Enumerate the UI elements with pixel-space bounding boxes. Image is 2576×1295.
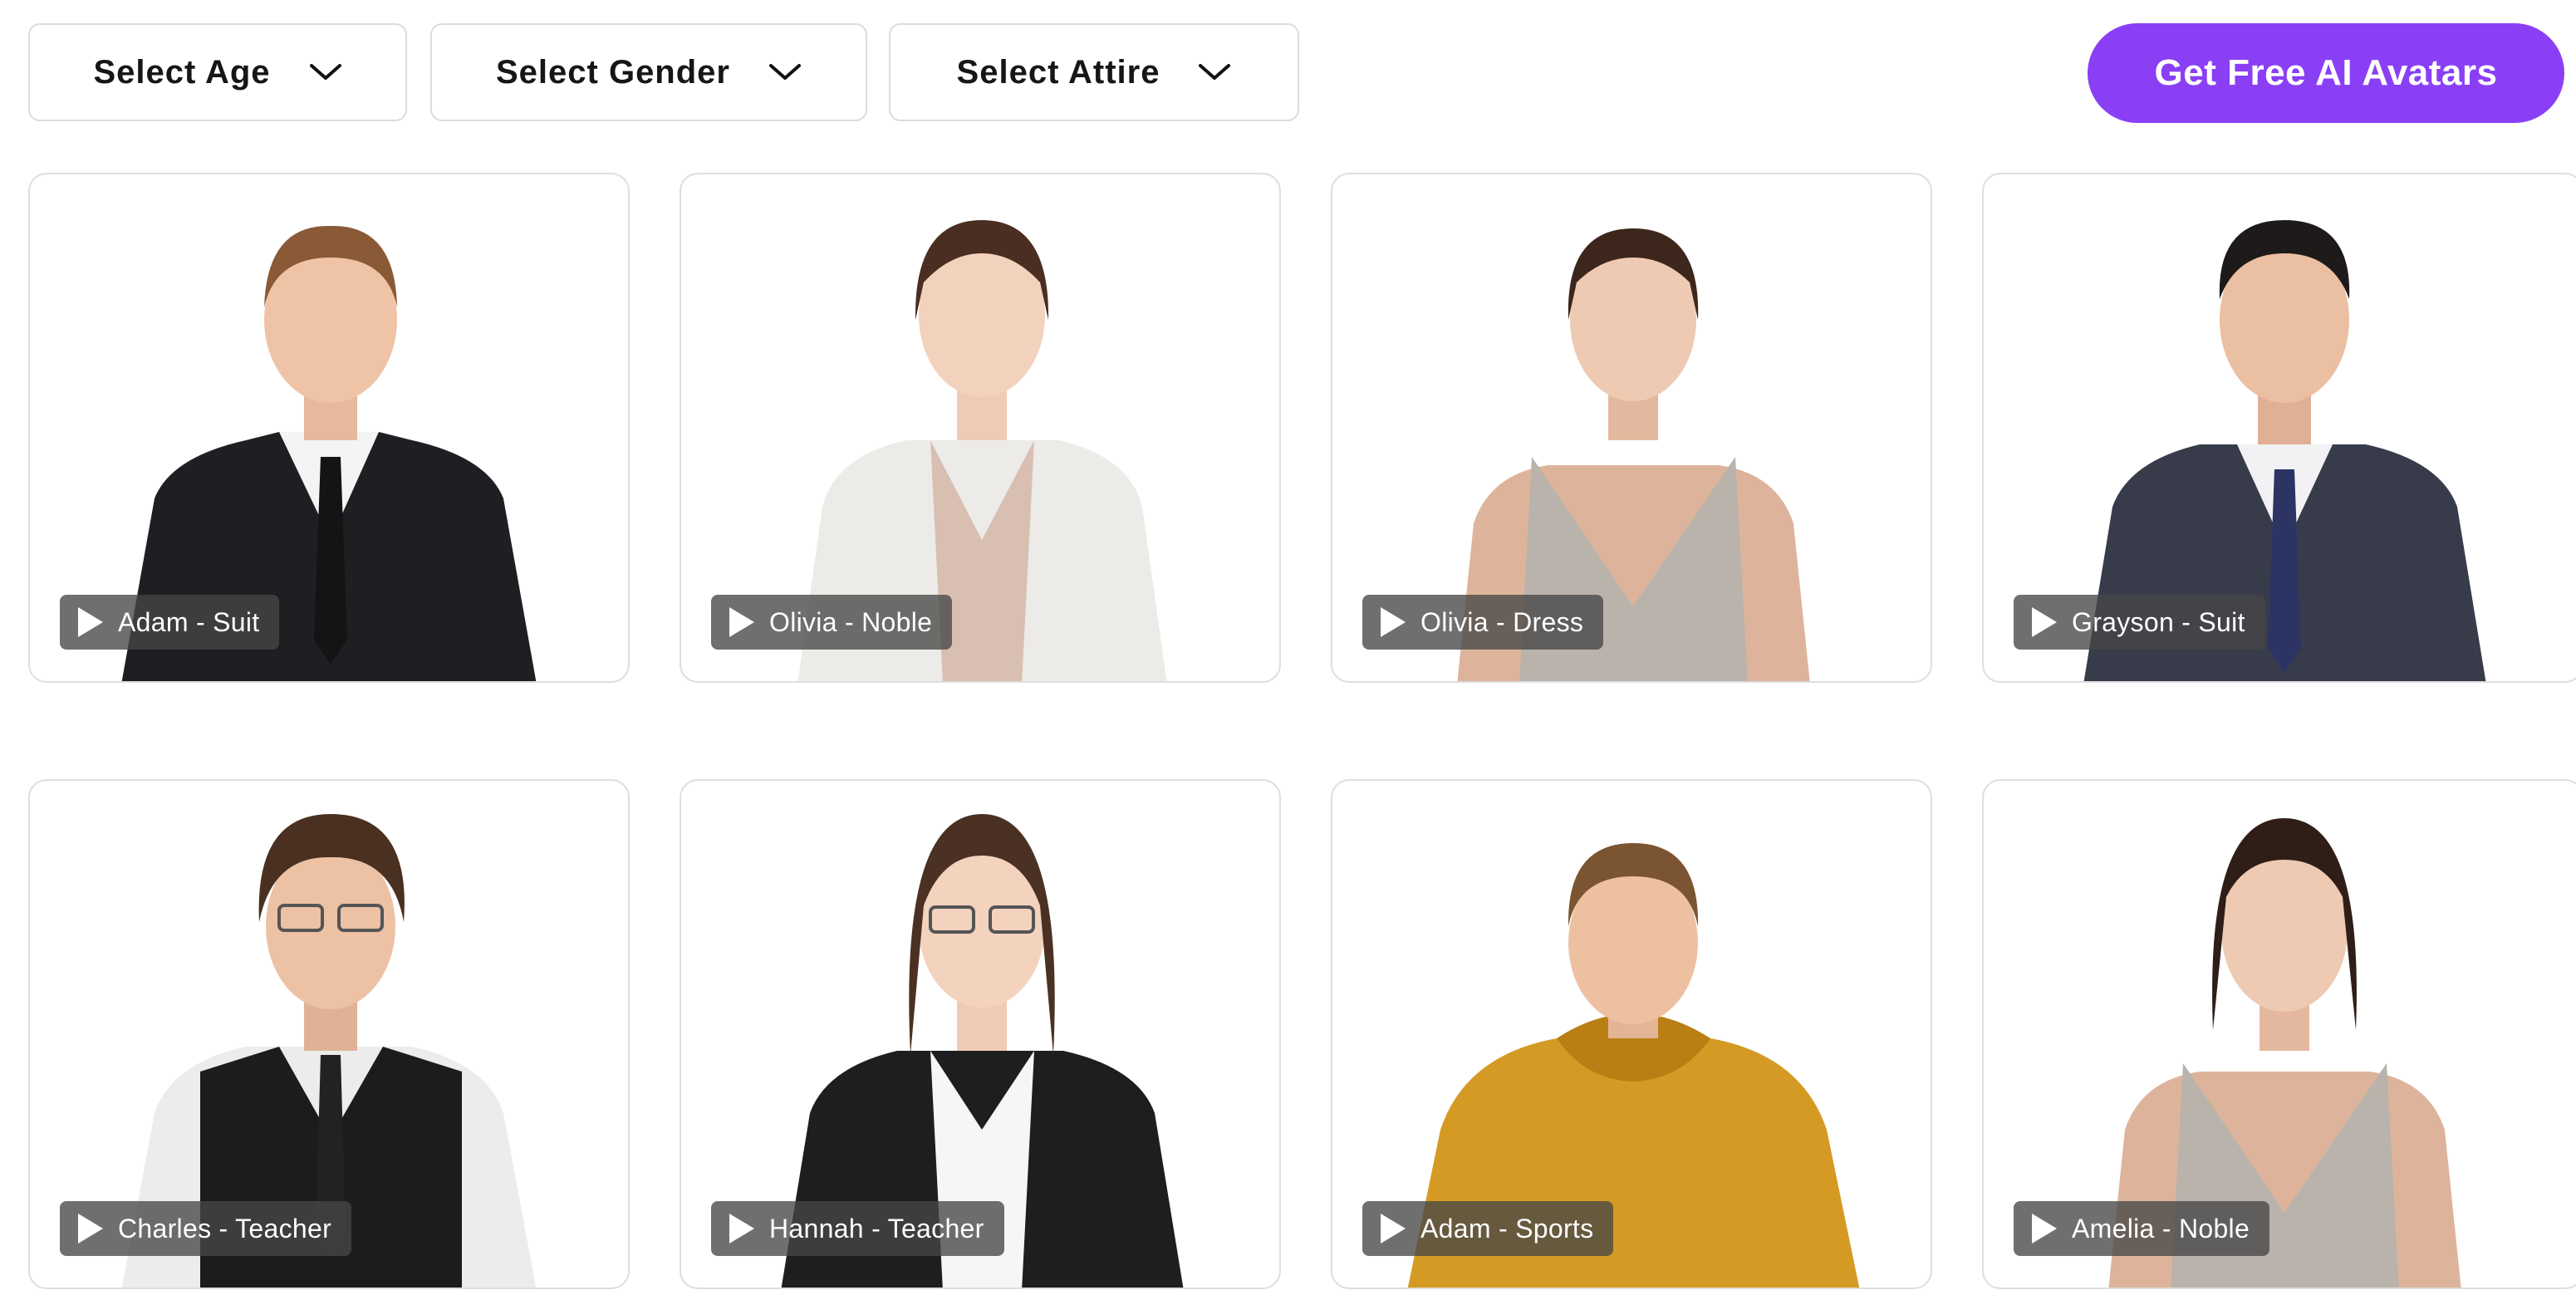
age-dropdown[interactable]: Select Age [28,23,407,121]
avatar-card[interactable]: Charles - Teacher [28,779,630,1289]
avatar-card[interactable]: Olivia - Noble [680,173,1281,683]
avatar-play-tag[interactable]: Adam - Sports [1362,1201,1614,1256]
play-icon [1381,607,1406,637]
play-icon [2032,607,2057,637]
avatar-play-tag[interactable]: Grayson - Suit [2014,595,2265,650]
avatar-name: Grayson - Suit [2072,606,2245,637]
avatar-card[interactable]: Grayson - Suit [1982,173,2576,683]
avatar-name: Olivia - Dress [1420,606,1584,637]
avatar-play-tag[interactable]: Amelia - Noble [2014,1201,2270,1256]
avatar-name: Olivia - Noble [769,606,933,637]
age-dropdown-label: Select Age [93,53,271,91]
gender-dropdown[interactable]: Select Gender [430,23,867,121]
avatar-name: Adam - Sports [1420,1213,1594,1243]
gender-dropdown-label: Select Gender [495,53,730,91]
avatar-card[interactable]: Olivia - Dress [1331,173,1932,683]
play-icon [1381,1214,1406,1243]
avatar-card[interactable]: Adam - Sports [1331,779,1932,1289]
chevron-down-icon [309,62,342,82]
avatar-play-tag[interactable]: Charles - Teacher [60,1201,352,1256]
avatar-name: Hannah - Teacher [769,1213,984,1243]
play-icon [78,1214,103,1243]
chevron-down-icon [768,62,802,82]
get-free-ai-avatars-button[interactable]: Get Free AI Avatars [2088,23,2564,123]
attire-dropdown[interactable]: Select Attire [889,23,1299,121]
avatar-name: Amelia - Noble [2072,1213,2250,1243]
avatar-play-tag[interactable]: Olivia - Noble [711,595,953,650]
avatar-name: Adam - Suit [118,606,260,637]
chevron-down-icon [1198,62,1231,82]
avatar-name: Charles - Teacher [118,1213,332,1243]
play-icon [729,607,754,637]
avatar-card[interactable]: Amelia - Noble [1982,779,2576,1289]
play-icon [2032,1214,2057,1243]
attire-dropdown-label: Select Attire [956,53,1160,91]
avatar-play-tag[interactable]: Hannah - Teacher [711,1201,1004,1256]
play-icon [78,607,103,637]
play-icon [729,1214,754,1243]
avatar-play-tag[interactable]: Adam - Suit [60,595,280,650]
avatar-card[interactable]: Adam - Suit [28,173,630,683]
avatar-card[interactable]: Hannah - Teacher [680,779,1281,1289]
avatar-play-tag[interactable]: Olivia - Dress [1362,595,1604,650]
